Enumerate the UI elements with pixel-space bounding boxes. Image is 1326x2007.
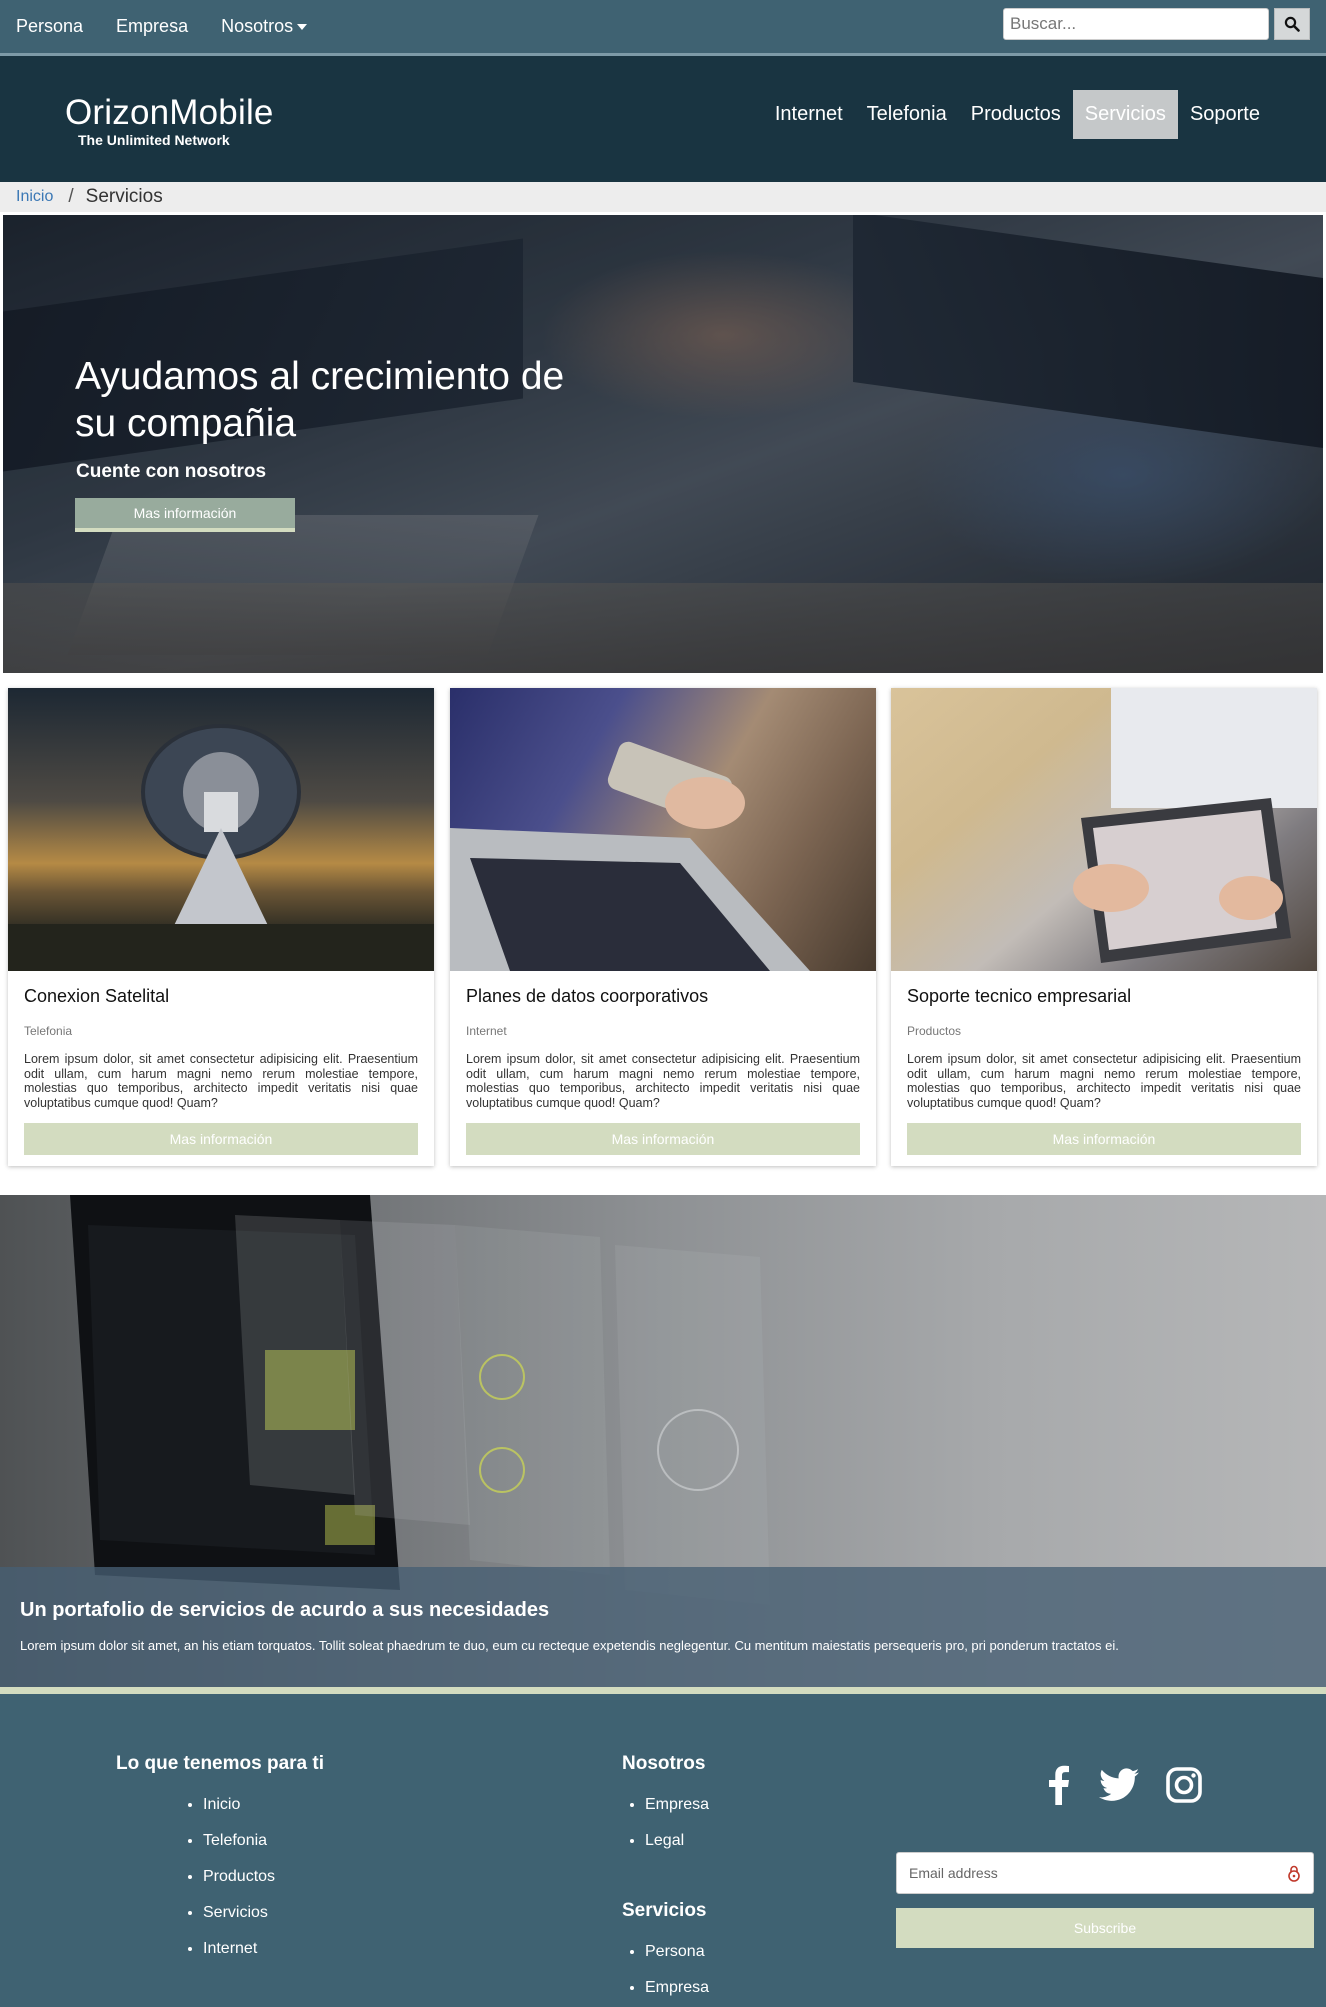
list-item: Productos xyxy=(203,1867,275,1903)
instagram-icon xyxy=(1166,1767,1202,1803)
footer-link-empresa-servicios[interactable]: Empresa xyxy=(645,1979,709,1996)
logo-tagline: The Unlimited Network xyxy=(78,132,230,148)
list-item: Telefonia xyxy=(203,1831,275,1867)
list-item: Internet xyxy=(203,1939,275,1975)
list-item: Legal xyxy=(645,1831,709,1867)
subscribe-button[interactable]: Subscribe xyxy=(896,1908,1314,1948)
card-text: Lorem ipsum dolor, sit amet consectetur … xyxy=(466,1052,860,1110)
footer-link-productos[interactable]: Productos xyxy=(203,1868,275,1885)
card-category: Productos xyxy=(907,1024,962,1038)
breadcrumb-separator: / xyxy=(68,186,74,207)
caret-down-icon xyxy=(297,23,308,30)
footer-link-servicios[interactable]: Servicios xyxy=(203,1904,268,1921)
card-image-phone-laptop xyxy=(450,688,876,971)
card-title: Conexion Satelital xyxy=(24,986,170,1006)
card-image-tablet xyxy=(891,688,1317,971)
topnav-nosotros-label: Nosotros xyxy=(221,16,294,36)
twitter-link[interactable] xyxy=(1098,1763,1140,1807)
portfolio-banner: Un portafolio de servicios de acurdo a s… xyxy=(0,1195,1326,1687)
list-item: Servicios xyxy=(203,1903,275,1939)
topnav-persona[interactable]: Persona xyxy=(16,16,83,37)
portfolio-title: Un portafolio de servicios de acurdo a s… xyxy=(20,1599,550,1621)
breadcrumb-current: Servicios xyxy=(85,186,163,207)
card-title: Planes de datos coorporativos xyxy=(466,986,709,1006)
email-field[interactable] xyxy=(897,1854,1287,1892)
footer-heading-offerings: Lo que tenemos para ti xyxy=(116,1753,324,1774)
email-field-wrap xyxy=(896,1852,1314,1894)
hero-subtitle: Cuente con nosotros xyxy=(76,461,267,482)
footer-link-inicio[interactable]: Inicio xyxy=(203,1796,240,1813)
nav-soporte[interactable]: Soporte xyxy=(1178,90,1272,139)
footer-heading-servicios: Servicios xyxy=(622,1900,707,1921)
card-more-info-button[interactable]: Mas información xyxy=(24,1123,418,1155)
hero-more-info-button[interactable]: Mas información xyxy=(75,498,295,532)
nav-telefonia[interactable]: Telefonia xyxy=(855,90,959,139)
phone-laptop-illustration xyxy=(450,741,810,971)
lock-icon xyxy=(1288,1865,1300,1882)
card-category: Telefonia xyxy=(24,1024,73,1038)
footer-link-persona[interactable]: Persona xyxy=(645,1943,705,1960)
facebook-link[interactable] xyxy=(1046,1763,1072,1807)
service-card-planes-datos: Planes de datos coorporativos Internet L… xyxy=(450,688,876,1166)
logo[interactable]: OrizonMobile The Unlimited Network xyxy=(65,93,274,149)
footer-link-internet[interactable]: Internet xyxy=(203,1940,257,1957)
tablet-illustration xyxy=(1073,688,1317,963)
footer-link-telefonia[interactable]: Telefonia xyxy=(203,1832,267,1849)
card-text: Lorem ipsum dolor, sit amet consectetur … xyxy=(907,1052,1301,1110)
footer-heading-nosotros: Nosotros xyxy=(622,1753,706,1774)
nav-productos[interactable]: Productos xyxy=(959,90,1073,139)
nav-internet[interactable]: Internet xyxy=(763,90,855,139)
breadcrumb-home[interactable]: Inicio xyxy=(16,188,53,206)
topnav-nosotros-dropdown[interactable]: Nosotros xyxy=(221,16,308,37)
breadcrumb: Inicio / Servicios xyxy=(0,182,1326,212)
list-item: Empresa xyxy=(645,1978,709,2007)
service-card-soporte: Soporte tecnico empresarial Productos Lo… xyxy=(891,688,1317,1166)
card-more-info-button[interactable]: Mas información xyxy=(907,1123,1301,1155)
card-text: Lorem ipsum dolor, sit amet consectetur … xyxy=(24,1052,418,1110)
top-nav: Persona Empresa Nosotros xyxy=(16,0,340,53)
footer-link-empresa[interactable]: Empresa xyxy=(645,1796,709,1813)
service-card-satelital: Conexion Satelital Telefonia Lorem ipsum… xyxy=(8,688,434,1166)
hero-banner: Ayudamos al crecimiento de su compañia C… xyxy=(3,215,1323,673)
list-item: Persona xyxy=(645,1942,709,1978)
satellite-dish-illustration xyxy=(8,724,434,971)
search-button[interactable] xyxy=(1274,8,1310,40)
instagram-link[interactable] xyxy=(1164,1763,1204,1807)
list-item: Empresa xyxy=(645,1795,709,1831)
site-header: OrizonMobile The Unlimited Network Inter… xyxy=(0,56,1326,182)
footer-list-offerings: Inicio Telefonia Productos Servicios Int… xyxy=(203,1795,275,1975)
site-footer: Lo que tenemos para ti Inicio Telefonia … xyxy=(0,1687,1326,2007)
footer-list-servicios: Persona Empresa xyxy=(645,1942,709,2007)
topnav-empresa[interactable]: Empresa xyxy=(116,16,188,37)
nav-servicios[interactable]: Servicios xyxy=(1072,90,1178,139)
footer-link-legal[interactable]: Legal xyxy=(645,1832,684,1849)
list-item: Inicio xyxy=(203,1795,275,1831)
twitter-icon xyxy=(1099,1768,1139,1801)
card-image-satellite-dish xyxy=(8,688,434,971)
logo-name: OrizonMobile xyxy=(65,93,274,132)
footer-list-nosotros: Empresa Legal xyxy=(645,1795,709,1867)
search-icon xyxy=(1284,16,1300,32)
search-input[interactable] xyxy=(1003,8,1269,40)
portfolio-overlay xyxy=(0,1567,1326,1687)
card-category: Internet xyxy=(466,1024,507,1038)
search-form xyxy=(1003,8,1310,40)
portfolio-text: Lorem ipsum dolor sit amet, an his etiam… xyxy=(20,1638,1119,1653)
hero-title: Ayudamos al crecimiento de su compañia xyxy=(75,355,565,445)
facebook-icon xyxy=(1049,1765,1069,1805)
card-more-info-button[interactable]: Mas información xyxy=(466,1123,860,1155)
card-title: Soporte tecnico empresarial xyxy=(907,986,1132,1006)
top-bar: Persona Empresa Nosotros xyxy=(0,0,1326,56)
main-nav: Internet Telefonia Productos Servicios S… xyxy=(763,90,1272,139)
